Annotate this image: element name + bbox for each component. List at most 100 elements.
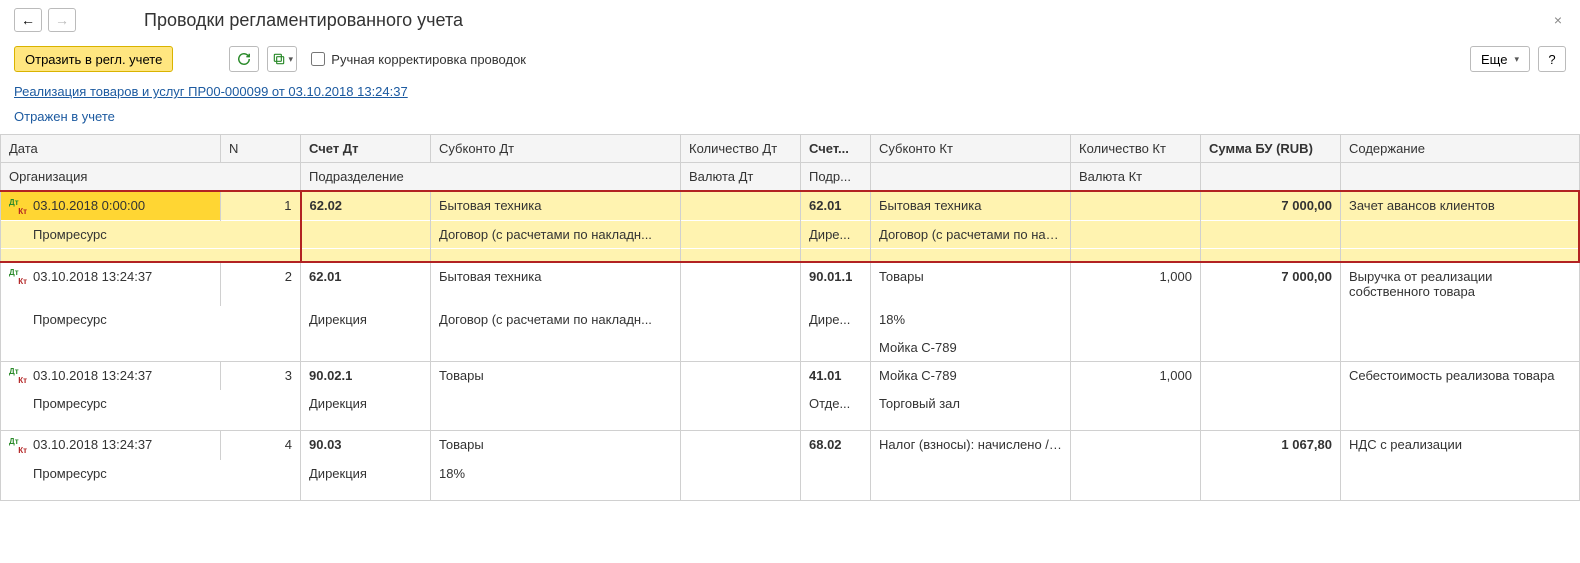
- cell-sub-dt-2: [431, 390, 681, 418]
- cell-sub-dt-2: Договор (с расчетами по накладн...: [431, 220, 681, 248]
- cell-desc: Себестоимость реализова товара: [1341, 361, 1580, 390]
- col-acct-kt[interactable]: Счет...: [801, 135, 871, 163]
- document-link[interactable]: Реализация товаров и услуг ПР00-000099 о…: [14, 84, 408, 99]
- cell-sub-kt: Мойка С-789: [871, 361, 1071, 390]
- cell-date: 03.10.2018 0:00:00: [1, 191, 221, 220]
- cell-dept-kt: Дире...: [801, 220, 871, 248]
- nav-forward-button[interactable]: →: [48, 8, 76, 32]
- cell-sum: 1 067,80: [1201, 431, 1341, 460]
- col-qty-kt[interactable]: Количество Кт: [1071, 135, 1201, 163]
- cell-desc: НДС с реализации: [1341, 431, 1580, 460]
- cell-acct-dt: 62.02: [301, 191, 431, 220]
- cell-org: Промресурс: [1, 459, 301, 487]
- cell-qty-kt: [1071, 431, 1201, 460]
- cell-qty-dt: [681, 262, 801, 306]
- cell-date: 03.10.2018 13:24:37: [1, 262, 221, 306]
- cell-sub-dt-3: [431, 487, 681, 500]
- refresh-button[interactable]: [229, 46, 259, 72]
- cell-org: Промресурс: [1, 220, 301, 248]
- nav-back-button[interactable]: ←: [14, 8, 42, 32]
- cell-sum: 7 000,00: [1201, 191, 1341, 220]
- cell-date: 03.10.2018 13:24:37: [1, 361, 221, 390]
- cell-sub-kt: Бытовая техника: [871, 191, 1071, 220]
- cell-sum: 7 000,00: [1201, 262, 1341, 306]
- cell-org: Промресурс: [1, 390, 301, 418]
- cell-desc: Зачет авансов клиентов: [1341, 191, 1580, 220]
- table-row[interactable]: ПромресурсДирекцияОтде...Торговый зал: [1, 390, 1580, 418]
- manual-correction-label: Ручная корректировка проводок: [331, 52, 526, 67]
- col-dept-kt[interactable]: Подр...: [801, 163, 871, 192]
- cell-cur-dt: [681, 459, 801, 487]
- cell-sub-kt-2: 18%: [871, 305, 1071, 333]
- col-acct-dt[interactable]: Счет Дт: [301, 135, 431, 163]
- cell-sub-kt: Товары: [871, 262, 1071, 306]
- help-button[interactable]: ?: [1538, 46, 1566, 72]
- more-button[interactable]: Еще▾: [1470, 46, 1530, 72]
- manual-correction-checkbox-wrap[interactable]: Ручная корректировка проводок: [311, 52, 526, 67]
- cell-qty-dt: [681, 431, 801, 460]
- cell-acct-kt: 41.01: [801, 361, 871, 390]
- close-icon[interactable]: ×: [1550, 12, 1566, 28]
- col-date[interactable]: Дата: [1, 135, 221, 163]
- col-sub-dt[interactable]: Субконто Дт: [431, 135, 681, 163]
- table-row[interactable]: 03.10.2018 0:00:00162.02Бытовая техника6…: [1, 191, 1580, 220]
- cell-cur-dt: [681, 390, 801, 418]
- table-row[interactable]: ПромресурсДирекцияДоговор (с расчетами п…: [1, 305, 1580, 333]
- cell-desc: Выручка от реализации собственного товар…: [1341, 262, 1580, 306]
- cell-sub-kt-3: [871, 418, 1071, 431]
- col-sub-kt[interactable]: Субконто Кт: [871, 135, 1071, 163]
- cell-acct-kt: 68.02: [801, 431, 871, 460]
- dtkt-icon: [9, 369, 27, 383]
- table-row[interactable]: 03.10.2018 13:24:37262.01Бытовая техника…: [1, 262, 1580, 306]
- col-n[interactable]: N: [221, 135, 301, 163]
- cell-dept-kt: Дире...: [801, 305, 871, 333]
- cell-cur-kt: [1071, 220, 1201, 248]
- cell-sub-kt-3: Мойка С-789: [871, 333, 1071, 361]
- table-row[interactable]: [1, 418, 1580, 431]
- table-row[interactable]: 03.10.2018 13:24:37390.02.1Товары 41.01Мо…: [1, 361, 1580, 390]
- cell-n: 3: [221, 361, 301, 390]
- dtkt-icon: [9, 200, 27, 214]
- cell-cur-kt: [1071, 390, 1201, 418]
- col-cur-dt[interactable]: Валюта Дт: [681, 163, 801, 192]
- manual-correction-checkbox[interactable]: [311, 52, 325, 66]
- cell-acct-kt: 90.01.1: [801, 262, 871, 306]
- dtkt-icon: [9, 270, 27, 284]
- reflect-button[interactable]: Отразить в регл. учете: [14, 46, 173, 72]
- table-row[interactable]: Промресурс Договор (с расчетами по наклад…: [1, 220, 1580, 248]
- cell-cur-dt: [681, 220, 801, 248]
- copy-icon: [272, 52, 286, 66]
- col-qty-dt[interactable]: Количество Дт: [681, 135, 801, 163]
- cell-dept-dt: [301, 220, 431, 248]
- cell-cur-kt: [1071, 305, 1201, 333]
- col-cur-kt[interactable]: Валюта Кт: [1071, 163, 1201, 192]
- cell-dept-kt: Отде...: [801, 390, 871, 418]
- cell-sub-dt-3: [431, 248, 681, 262]
- table-row[interactable]: [1, 487, 1580, 500]
- chevron-down-icon: ▾: [289, 54, 294, 65]
- cell-sub-dt-3: [431, 333, 681, 361]
- table-row[interactable]: ПромресурсДирекция18%: [1, 459, 1580, 487]
- col-desc[interactable]: Содержание: [1341, 135, 1580, 163]
- table-row[interactable]: [1, 248, 1580, 262]
- cell-acct-dt: 62.01: [301, 262, 431, 306]
- cell-qty-kt: [1071, 191, 1201, 220]
- table-row[interactable]: 03.10.2018 13:24:37490.03Товары68.02Нало…: [1, 431, 1580, 460]
- cell-acct-dt: 90.02.1: [301, 361, 431, 390]
- status-text: Отражен в учете: [0, 105, 1580, 134]
- page-title: Проводки регламентированного учета: [144, 10, 463, 31]
- cell-sub-dt-2: 18%: [431, 459, 681, 487]
- cell-sub-kt: Налог (взносы): начислено / уп...: [871, 431, 1071, 460]
- table-row[interactable]: Мойка С-789: [1, 333, 1580, 361]
- copy-button[interactable]: ▾: [267, 46, 297, 72]
- col-org[interactable]: Организация: [1, 163, 301, 192]
- cell-sub-dt: Товары: [431, 361, 681, 390]
- cell-n: 2: [221, 262, 301, 306]
- col-sum[interactable]: Сумма БУ (RUB): [1201, 135, 1341, 163]
- col-dept[interactable]: Подразделение: [301, 163, 681, 192]
- cell-sub-dt: Бытовая техника: [431, 262, 681, 306]
- cell-sum: [1201, 361, 1341, 390]
- cell-n: 4: [221, 431, 301, 460]
- cell-n: 1: [221, 191, 301, 220]
- cell-sub-kt-2: [871, 459, 1071, 487]
